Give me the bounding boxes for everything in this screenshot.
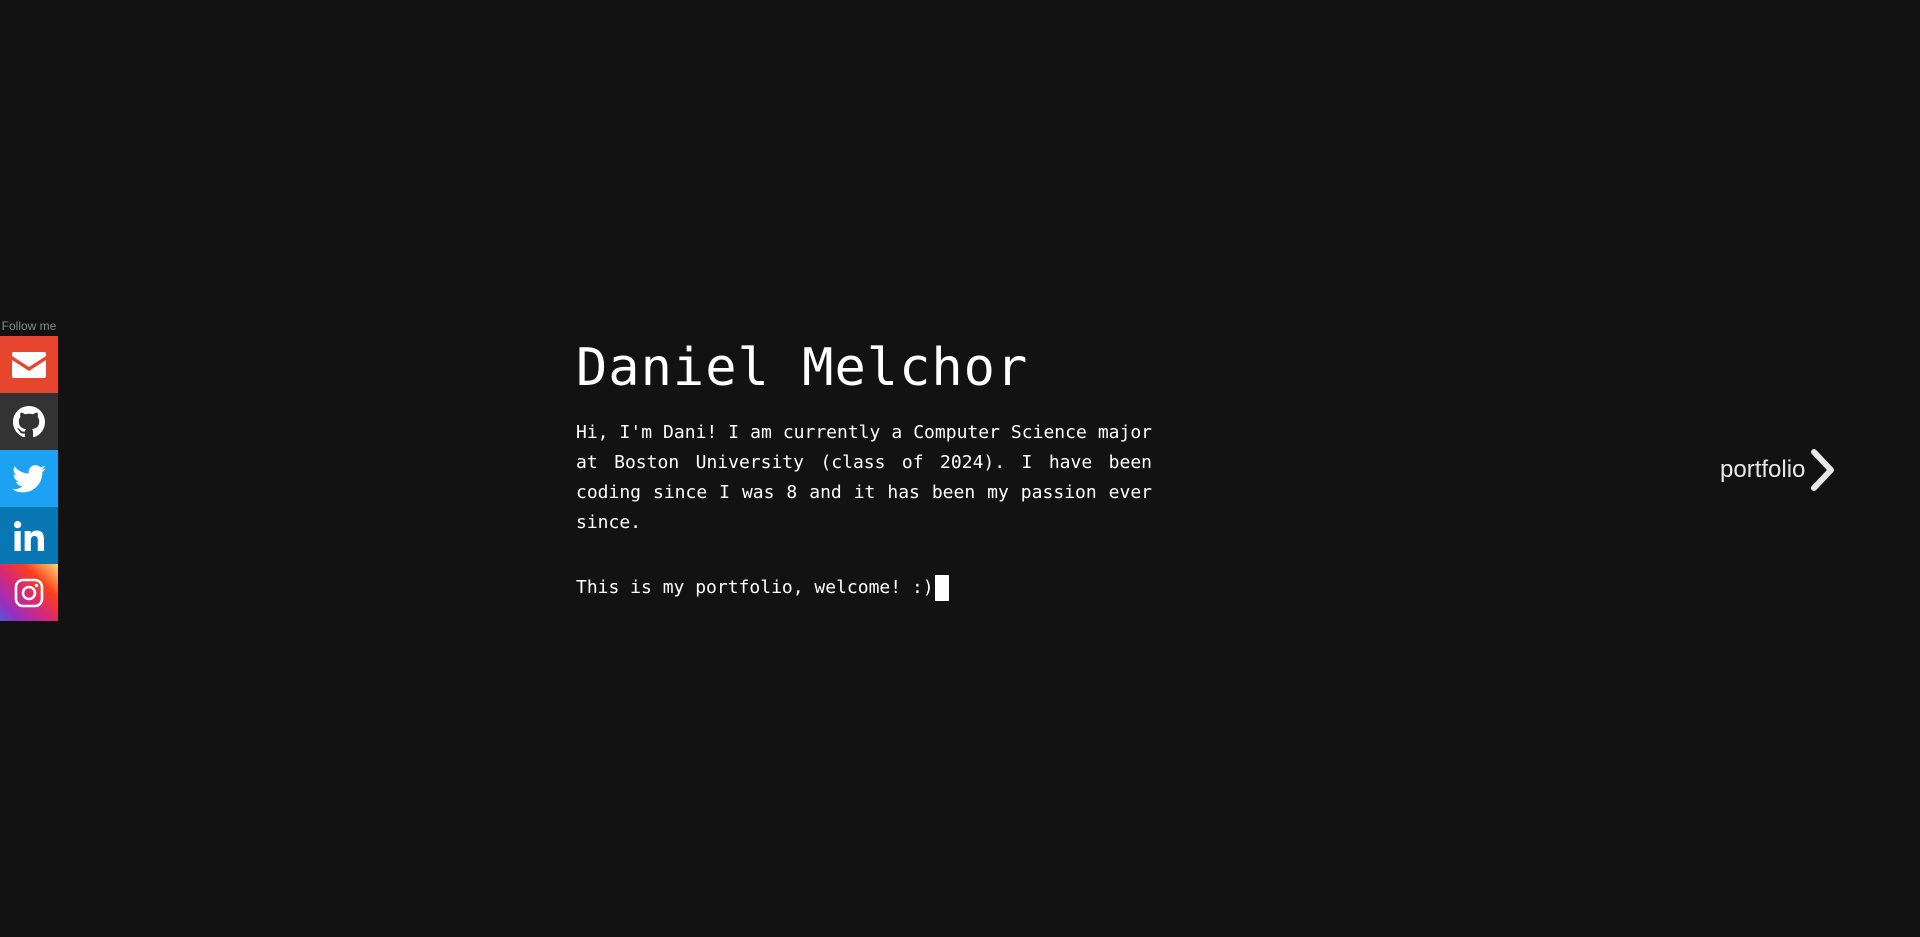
envelope-icon bbox=[12, 351, 46, 378]
instagram-button[interactable] bbox=[0, 564, 58, 621]
typed-text: This is my portfolio, welcome! :) bbox=[576, 577, 934, 598]
text-cursor bbox=[934, 575, 949, 601]
page: Follow me Daniel Melchor Hi, I'm Dani! I… bbox=[0, 0, 1920, 937]
chevron-right-icon bbox=[1811, 449, 1835, 491]
twitter-button[interactable] bbox=[0, 450, 58, 507]
github-icon bbox=[13, 405, 45, 437]
email-button[interactable] bbox=[0, 336, 58, 393]
social-sidebar: Follow me bbox=[0, 318, 58, 621]
linkedin-icon bbox=[14, 520, 44, 551]
bio-paragraph: Hi, I'm Dani! I am currently a Computer … bbox=[576, 422, 1152, 533]
instagram-icon bbox=[14, 578, 44, 607]
portfolio-link-label: portfolio bbox=[1720, 456, 1806, 483]
portfolio-nav-link[interactable]: portfolio bbox=[1720, 449, 1837, 491]
page-title: Daniel Melchor bbox=[576, 338, 1029, 398]
intro-section: Daniel Melchor Hi, I'm Dani! I am curren… bbox=[576, 334, 1152, 601]
typed-line: This is my portfolio, welcome! :) bbox=[576, 575, 1152, 601]
follow-me-label: Follow me bbox=[1, 319, 57, 333]
github-button[interactable] bbox=[0, 393, 58, 450]
twitter-icon bbox=[12, 464, 46, 492]
linkedin-button[interactable] bbox=[0, 507, 58, 564]
